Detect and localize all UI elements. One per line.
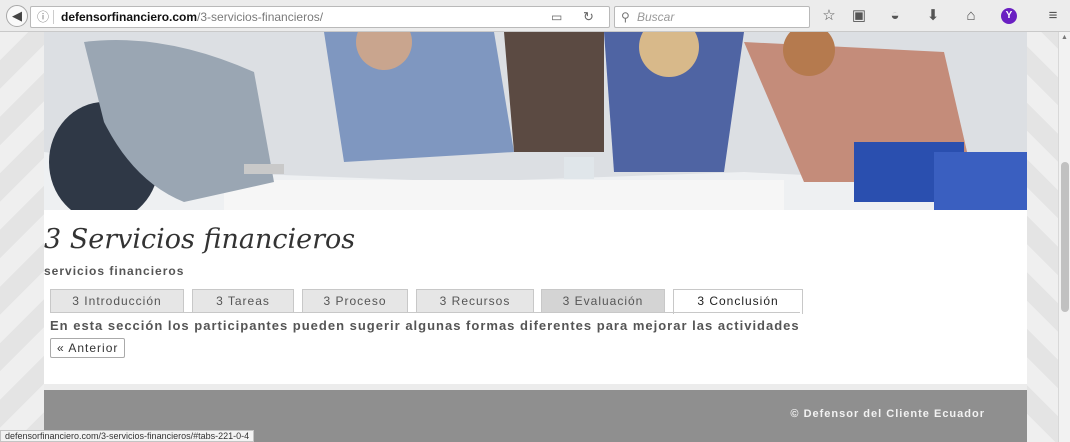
tab-proceso[interactable]: 3 Proceso: [302, 289, 408, 312]
back-arrow-icon[interactable]: ◀: [6, 5, 28, 27]
pocket-icon[interactable]: ◒: [884, 6, 906, 26]
clipboard-icon[interactable]: ▣: [848, 6, 870, 26]
page-subtitle: servicios financieros: [44, 264, 185, 278]
menu-icon[interactable]: ≡: [1042, 6, 1064, 26]
yahoo-icon[interactable]: Y: [1001, 8, 1017, 24]
tab-recursos[interactable]: 3 Recursos: [416, 289, 534, 312]
url-bar[interactable]: ⓘ defensorfinanciero.com/3-servicios-fin…: [30, 6, 610, 28]
tab-panel-text: En esta sección los participantes pueden…: [50, 318, 800, 333]
tab-introduccion[interactable]: 3 Introducción: [50, 289, 184, 312]
scroll-up-arrow-icon[interactable]: ▲: [1061, 34, 1068, 41]
scroll-thumb[interactable]: [1061, 162, 1069, 312]
search-input[interactable]: ⚲ Buscar: [614, 6, 810, 28]
tab-conclusion[interactable]: 3 Conclusión: [673, 289, 803, 314]
status-bar-url: defensorfinanciero.com/3-servicios-finan…: [0, 430, 255, 442]
tab-tareas[interactable]: 3 Tareas: [192, 289, 294, 312]
browser-toolbar: ◀ ⓘ defensorfinanciero.com/3-servicios-f…: [0, 0, 1070, 32]
url-domain: defensorfinanciero.com: [61, 10, 198, 24]
footer-copyright: © Defensor del Cliente Ecuador: [790, 408, 985, 420]
tabs-divider: [50, 312, 800, 313]
search-icon: ⚲: [621, 10, 630, 24]
url-path: /3-servicios-financieros/: [197, 10, 324, 24]
page-title: 3 Servicios financieros: [44, 224, 356, 255]
search-placeholder: Buscar: [637, 10, 675, 24]
bookmark-star-icon[interactable]: ☆: [818, 6, 840, 26]
page-content: 3 Servicios financieros servicios financ…: [44, 32, 1027, 442]
hero-image: [44, 32, 1027, 210]
reader-view-icon[interactable]: ▭: [551, 7, 562, 27]
home-icon[interactable]: ⌂: [960, 6, 982, 26]
download-icon[interactable]: ⬇: [922, 6, 944, 26]
hero-photo: [44, 32, 1027, 210]
url-separator: [53, 10, 54, 24]
info-icon[interactable]: ⓘ: [37, 7, 49, 27]
url-text[interactable]: defensorfinanciero.com/3-servicios-finan…: [61, 7, 323, 27]
vertical-scrollbar[interactable]: ▲: [1058, 32, 1070, 442]
page-background-left: [0, 32, 44, 442]
tab-evaluacion[interactable]: 3 Evaluación: [541, 289, 665, 312]
reload-icon[interactable]: ↻: [583, 7, 594, 27]
previous-button[interactable]: « Anterior: [50, 338, 126, 358]
